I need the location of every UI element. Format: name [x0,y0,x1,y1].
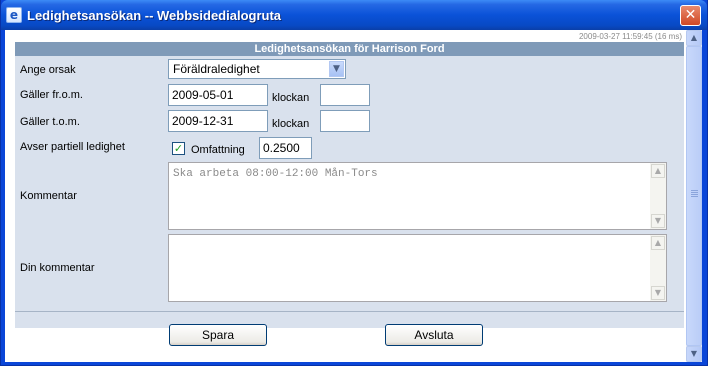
reason-select-value: Föräldraledighet [173,62,260,76]
reason-select[interactable]: Föräldraledighet ▼ [168,59,346,79]
scroll-down-icon[interactable]: ▼ [686,346,702,362]
partial-leave-checkbox[interactable]: ✓ [172,142,185,155]
from-time-label: klockan [272,92,310,104]
page-scrollbar[interactable]: ▲ ▼ [686,30,702,362]
window-title: Ledighetsansökan -- Webbsidedialogruta [27,8,282,23]
close-button[interactable]: Avsluta [385,324,483,346]
from-date-input[interactable]: 2009-05-01 [168,84,268,106]
save-button[interactable]: Spara [169,324,267,346]
your-comment-textarea[interactable]: ▲ ▼ [168,234,667,302]
title-bar[interactable]: e Ledighetsansökan -- Webbsidedialogruta… [1,0,707,30]
to-date-input[interactable]: 2009-12-31 [168,110,268,132]
comment-textarea[interactable]: Ska arbeta 08:00-12:00 Mån-Tors ▲ ▼ [168,162,667,230]
partial-leave-label: Avser partiell ledighet [20,141,125,153]
scroll-down-icon[interactable]: ▼ [651,286,665,300]
grip-icon [691,190,698,191]
timestamp: 2009-03-27 11:59:45 (16 ms) [578,32,682,41]
close-icon[interactable]: ✕ [680,5,701,26]
scroll-up-icon[interactable]: ▲ [651,236,665,250]
your-comment-label: Din kommentar [20,262,95,274]
to-time-label: klockan [272,118,310,130]
comment-text: Ska arbeta 08:00-12:00 Mån-Tors [173,168,378,180]
to-time-input[interactable] [320,110,370,132]
dialog-client: 2009-03-27 11:59:45 (16 ms) Ledighetsans… [5,30,702,362]
to-date-label: Gäller t.o.m. [20,116,80,128]
dialog-window: e Ledighetsansökan -- Webbsidedialogruta… [0,0,708,366]
your-comment-scrollbar[interactable]: ▲ ▼ [650,235,666,301]
from-date-label: Gäller fr.o.m. [20,89,83,101]
dialog-content: 2009-03-27 11:59:45 (16 ms) Ledighetsans… [5,30,686,362]
from-time-input[interactable] [320,84,370,106]
extent-label: Omfattning [191,144,245,156]
comment-label: Kommentar [20,190,77,202]
comment-scrollbar[interactable]: ▲ ▼ [650,163,666,229]
scroll-up-icon[interactable]: ▲ [651,164,665,178]
chevron-down-icon[interactable]: ▼ [329,61,344,77]
scroll-down-icon[interactable]: ▼ [651,214,665,228]
reason-label: Ange orsak [20,64,76,76]
extent-input[interactable]: 0.2500 [259,137,312,159]
scroll-thumb[interactable] [686,46,702,346]
button-separator [15,311,684,312]
scroll-up-icon[interactable]: ▲ [686,30,702,46]
form-header: Ledighetsansökan för Harrison Ford [15,42,684,56]
ie-icon: e [6,7,22,23]
